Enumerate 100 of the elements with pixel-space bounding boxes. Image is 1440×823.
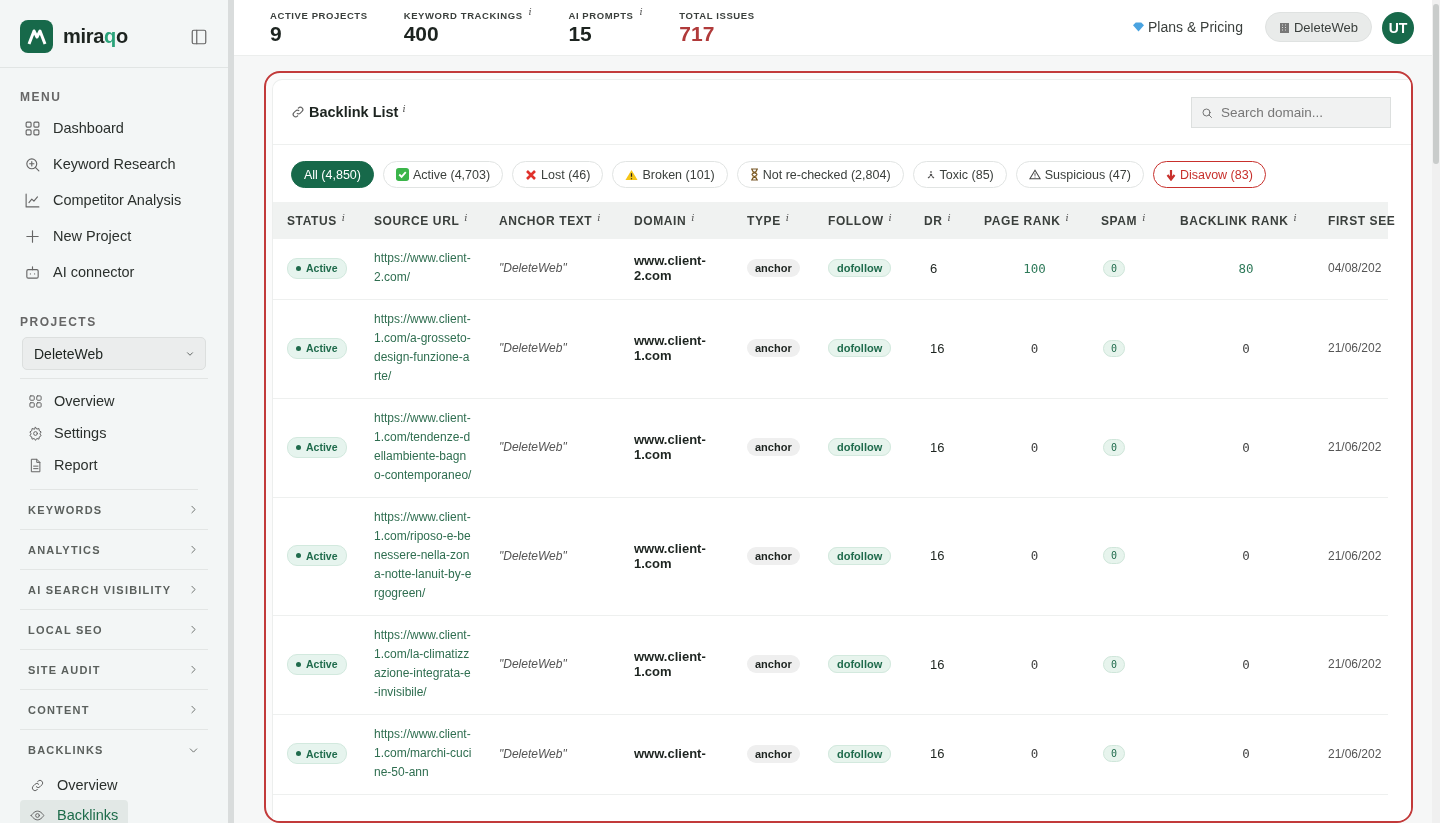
menu-item[interactable]: Overview (0, 385, 228, 417)
table-cell: 0 (1242, 439, 1250, 455)
table-cell: 04/08/202 (1328, 261, 1382, 275)
section-toggle[interactable]: AI SEARCH VISIBILITY (20, 570, 208, 610)
filter-chip[interactable]: Lost (46) (512, 161, 604, 188)
menu-item[interactable]: Settings (0, 417, 228, 449)
brand-name: miraqo (63, 25, 129, 48)
column-header[interactable]: ANCHOR TEXT (499, 213, 593, 228)
column-header[interactable]: STATUS (287, 213, 337, 228)
table-cell: 0 (1242, 656, 1250, 672)
table-cell-text: 16 (929, 548, 945, 563)
table-cell: 21/06/202 (1328, 657, 1382, 671)
status-badge: Active (287, 743, 347, 764)
sidebar-toggle-icon[interactable] (190, 27, 208, 46)
menu-item[interactable]: Keyword Research (0, 146, 228, 182)
spam-score-badge: 0 (1103, 547, 1126, 564)
filter-chip[interactable]: Disavow (83) (1152, 161, 1266, 188)
cross-icon (525, 168, 538, 181)
source-url-link[interactable]: https://www.client-1.com/a-grosseto-design-funzione-arte/ (374, 310, 472, 386)
search-field[interactable]: Search domain... (1191, 96, 1391, 128)
follow-tag: dofollow (828, 438, 892, 456)
warning-icon (1028, 169, 1041, 180)
filter-chip[interactable]: Broken (101) (612, 161, 728, 188)
section-toggle[interactable]: SITE AUDIT (20, 650, 208, 690)
table-cell-text: 16 (929, 439, 945, 455)
column-header[interactable]: FOLLOW (828, 213, 884, 228)
table-cell-text: www.client-2.com (634, 253, 707, 283)
section-toggle[interactable]: CONTENT (20, 690, 208, 730)
column-header[interactable]: FIRST SEE (1328, 213, 1396, 228)
status-badge: Active (287, 337, 347, 359)
spam-score-badge: 0 (1103, 339, 1126, 357)
stat-label: ACTIVE PROJECTS (270, 10, 368, 21)
table-cell: 0 (1030, 656, 1039, 672)
filter-chip[interactable]: Not re-checked (2,804) (736, 161, 904, 188)
source-url-link[interactable]: https://www.client-2.com/ (374, 249, 472, 287)
project-select[interactable]: DeleteWeb (22, 337, 206, 370)
menu-item[interactable]: New Project (0, 218, 228, 254)
menu-item[interactable]: Report (0, 449, 228, 481)
column-header[interactable]: SOURCE URL (374, 213, 460, 228)
table-cell-text: 6 (929, 260, 938, 276)
table-cell-text: www.client-1.com (634, 649, 707, 679)
follow-tag: dofollow (828, 339, 892, 357)
grid-icon (24, 119, 41, 137)
link-icon (30, 777, 45, 793)
section-toggle[interactable]: KEYWORDS (20, 490, 208, 530)
filter-chip[interactable]: All (4,850) (291, 161, 374, 188)
column-header[interactable]: PAGE RANK (984, 213, 1061, 228)
follow-tag: dofollow (828, 259, 892, 277)
plans-pricing-link[interactable]: Plans & Pricing (1133, 19, 1243, 35)
menu-item[interactable]: Dashboard (0, 110, 228, 146)
info-mark: i (639, 6, 644, 17)
menu-item[interactable]: Backlinks (20, 800, 129, 823)
spam-score-badge: 0 (1103, 655, 1126, 673)
warning-icon (625, 168, 639, 181)
type-tag: anchor (747, 438, 800, 456)
section-toggle[interactable]: BACKLINKS (20, 730, 208, 770)
source-url-link[interactable]: https://www.client-1.com/la-climatizzazione-integrata-e-invisibile/ (374, 626, 472, 702)
table-cell: "DeleteWeb" (499, 440, 567, 454)
workspace-button[interactable]: DeleteWeb (1264, 12, 1372, 42)
source-url-link[interactable]: https://www.client-1.com/riposo-e-benessere-nella-zona-notte-lanuit-by-ergogreen/ (374, 508, 472, 603)
table-cell: 21/06/202 (1328, 341, 1382, 355)
user-avatar[interactable]: UT (1382, 12, 1414, 44)
column-header[interactable]: DOMAIN (634, 213, 687, 228)
filter-chip[interactable]: Active (4,703) (383, 161, 504, 188)
info-mark: i (1065, 211, 1070, 223)
info-mark: i (402, 102, 406, 114)
building-icon (1278, 21, 1290, 33)
robot-icon (24, 263, 41, 281)
filter-chip[interactable]: Toxic (85) (912, 161, 1007, 188)
table-cell-text: www.client- (634, 746, 707, 761)
info-mark: i (947, 211, 952, 223)
menu-item[interactable]: AI connector (0, 254, 228, 290)
source-url-link[interactable]: https://www.client-1.com/marchi-cucine-50-ann (374, 725, 472, 782)
eye-icon (30, 807, 45, 823)
logo-icon (20, 20, 53, 53)
section-toggle[interactable]: ANALYTICS (20, 530, 208, 570)
spam-score-badge: 0 (1103, 745, 1126, 762)
column-header[interactable]: TYPE (747, 213, 781, 228)
table-cell-text: www.client-1.com (634, 333, 707, 363)
filter-chip[interactable]: Suspicious (47) (1015, 161, 1144, 188)
column-header[interactable]: DR (924, 213, 943, 228)
table-cell-text: 16 (929, 746, 945, 761)
info-mark: i (597, 211, 602, 223)
table-cell: 0 (1030, 340, 1039, 356)
type-tag: anchor (747, 259, 800, 277)
menu-item[interactable]: Competitor Analysis (0, 182, 228, 218)
column-header[interactable]: SPAM (1101, 213, 1138, 228)
table-cell: 21/06/202 (1328, 746, 1382, 761)
scrollbar[interactable] (1432, 0, 1440, 823)
status-badge: Active (287, 257, 347, 279)
column-header[interactable]: BACKLINK RANK (1180, 213, 1289, 228)
source-url-link[interactable]: https://www.client-1.com/tendenze-dellambiente-bagno-contemporaneo/ (374, 409, 472, 485)
section-toggle[interactable]: LOCAL SEO (20, 610, 208, 650)
stat-value: 9 (270, 22, 283, 46)
grid-icon (28, 393, 43, 409)
menu-item[interactable]: Overview (20, 770, 128, 800)
info-mark: i (785, 211, 790, 223)
status-badge: Active (287, 653, 347, 675)
stat-label: AI PROMPTS (568, 10, 634, 21)
table-cell: 0 (1242, 340, 1250, 356)
